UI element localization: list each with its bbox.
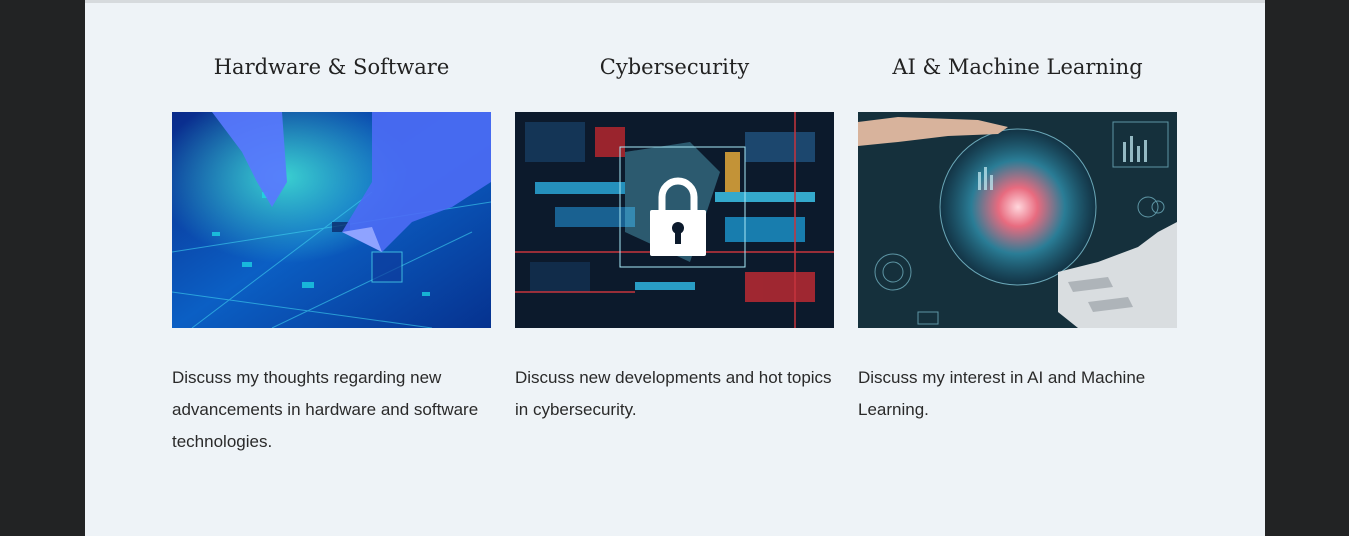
circuit-board-gloves-image [172,112,491,328]
card-title: AI & Machine Learning [892,55,1143,79]
card-description: Discuss my thoughts regarding new advanc… [172,368,479,451]
card-description: Discuss new developments and hot topics … [515,368,832,419]
content-panel: Hardware & Software Discuss my thoughts … [85,0,1265,536]
card-title: Hardware & Software [213,55,450,79]
card-title: Cybersecurity [599,55,750,79]
robot-hand-globe-image [858,112,1177,328]
card-description: Discuss my interest in AI and Machine Le… [858,368,1146,419]
padlock-circuit-image [515,112,834,328]
